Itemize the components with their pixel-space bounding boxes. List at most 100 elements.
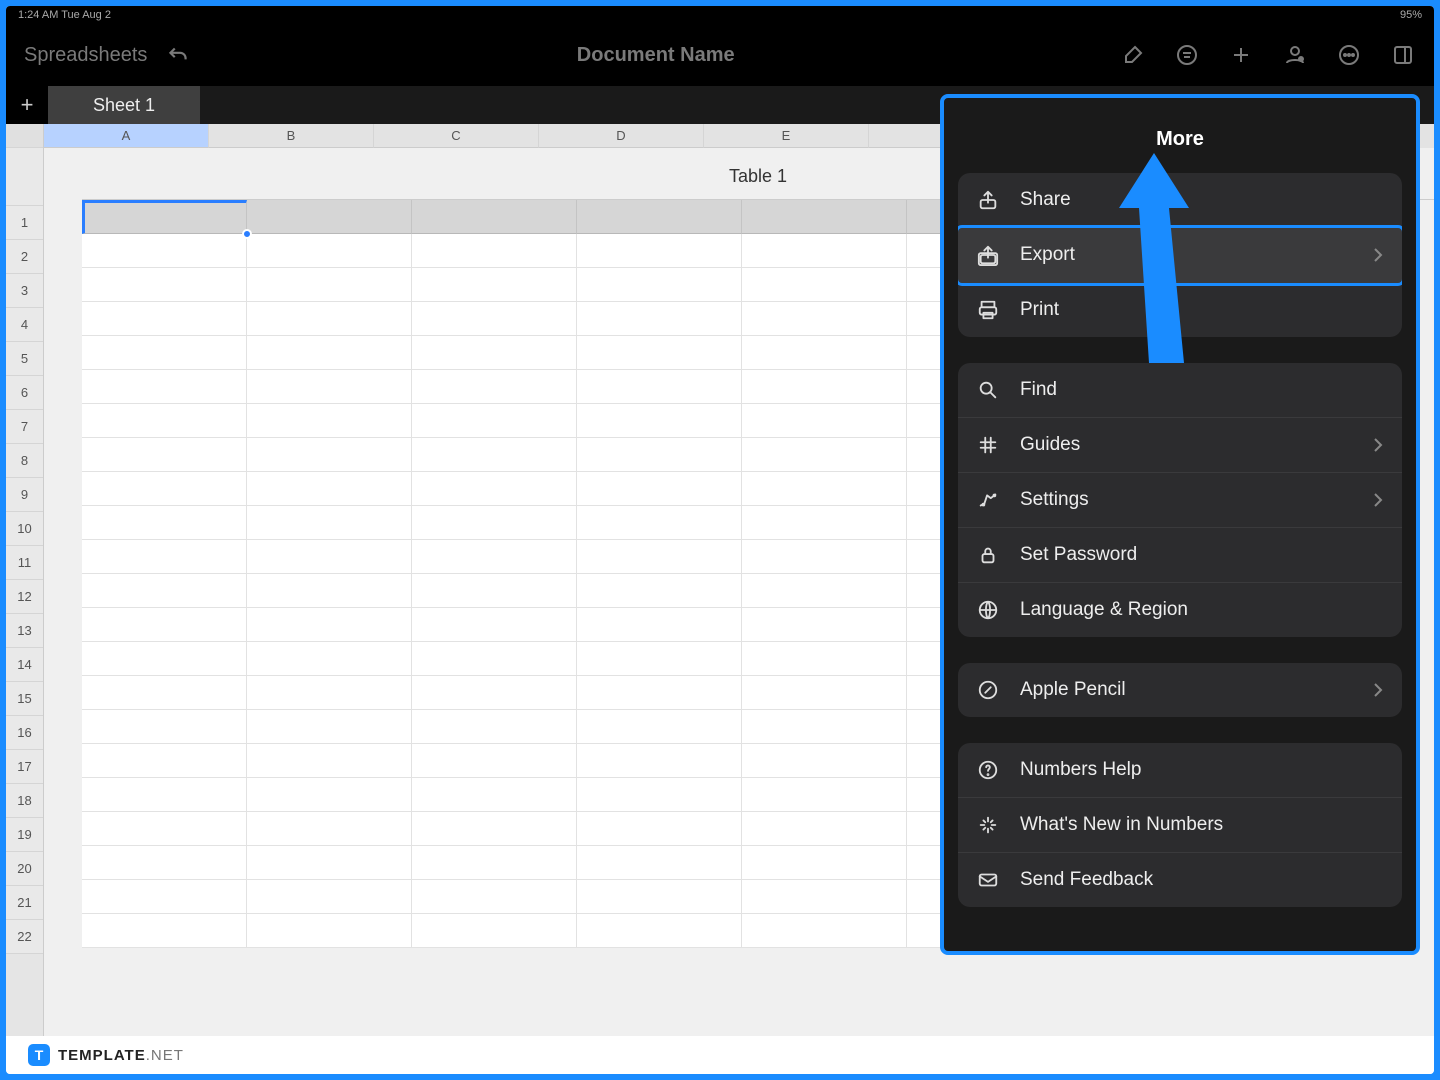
menu-item-whatsnew[interactable]: What's New in Numbers: [958, 798, 1402, 853]
cell[interactable]: [412, 812, 577, 846]
cell[interactable]: [412, 370, 577, 404]
cell[interactable]: [742, 302, 907, 336]
row-header[interactable]: 15: [6, 682, 43, 716]
cell[interactable]: [412, 608, 577, 642]
row-header[interactable]: 2: [6, 240, 43, 274]
row-header[interactable]: 12: [6, 580, 43, 614]
menu-item-password[interactable]: Set Password: [958, 528, 1402, 583]
collaborate-icon[interactable]: [1282, 42, 1308, 68]
row-header[interactable]: 16: [6, 716, 43, 750]
column-header[interactable]: C: [374, 124, 539, 148]
row-header[interactable]: 21: [6, 886, 43, 920]
cell[interactable]: [247, 642, 412, 676]
cell[interactable]: [742, 642, 907, 676]
cell[interactable]: [247, 506, 412, 540]
cell[interactable]: [82, 778, 247, 812]
cell[interactable]: [742, 234, 907, 268]
cell[interactable]: [742, 812, 907, 846]
sheet-tab-active[interactable]: Sheet 1: [48, 86, 200, 124]
cell[interactable]: [82, 200, 247, 234]
row-header[interactable]: 8: [6, 444, 43, 478]
cell[interactable]: [412, 302, 577, 336]
cell[interactable]: [742, 268, 907, 302]
cell[interactable]: [742, 880, 907, 914]
cell[interactable]: [247, 234, 412, 268]
cell[interactable]: [577, 438, 742, 472]
row-header[interactable]: 13: [6, 614, 43, 648]
cell[interactable]: [577, 336, 742, 370]
cell[interactable]: [247, 880, 412, 914]
cell[interactable]: [247, 608, 412, 642]
cell[interactable]: [742, 676, 907, 710]
cell[interactable]: [412, 234, 577, 268]
row-header[interactable]: 22: [6, 920, 43, 954]
cell[interactable]: [247, 778, 412, 812]
menu-item-pencil[interactable]: Apple Pencil: [958, 663, 1402, 717]
row-header[interactable]: 6: [6, 376, 43, 410]
cell[interactable]: [577, 540, 742, 574]
row-header[interactable]: 9: [6, 478, 43, 512]
cell[interactable]: [247, 370, 412, 404]
cell[interactable]: [742, 744, 907, 778]
cell[interactable]: [577, 200, 742, 234]
cell[interactable]: [82, 438, 247, 472]
cell[interactable]: [82, 302, 247, 336]
cell[interactable]: [742, 608, 907, 642]
cell[interactable]: [742, 472, 907, 506]
plus-icon[interactable]: [1228, 42, 1254, 68]
cell[interactable]: [247, 268, 412, 302]
cell[interactable]: [577, 778, 742, 812]
cell[interactable]: [412, 574, 577, 608]
cell[interactable]: [577, 404, 742, 438]
undo-icon[interactable]: [165, 42, 191, 68]
back-button[interactable]: Spreadsheets: [24, 44, 147, 67]
row-header[interactable]: 17: [6, 750, 43, 784]
cell[interactable]: [247, 914, 412, 948]
row-header[interactable]: 20: [6, 852, 43, 886]
cell[interactable]: [577, 506, 742, 540]
document-title[interactable]: Document Name: [577, 44, 735, 67]
more-icon[interactable]: [1336, 42, 1362, 68]
menu-item-settings[interactable]: Settings: [958, 473, 1402, 528]
cell[interactable]: [247, 200, 412, 234]
cell[interactable]: [247, 302, 412, 336]
cell[interactable]: [247, 540, 412, 574]
cell[interactable]: [577, 574, 742, 608]
cell[interactable]: [577, 914, 742, 948]
cell[interactable]: [247, 846, 412, 880]
cell[interactable]: [82, 234, 247, 268]
cell[interactable]: [82, 268, 247, 302]
cell[interactable]: [82, 574, 247, 608]
column-header[interactable]: E: [704, 124, 869, 148]
cell[interactable]: [247, 744, 412, 778]
cell[interactable]: [742, 710, 907, 744]
cell[interactable]: [577, 370, 742, 404]
cell[interactable]: [247, 812, 412, 846]
menu-item-lang[interactable]: Language & Region: [958, 583, 1402, 637]
cell[interactable]: [82, 370, 247, 404]
row-header[interactable]: 18: [6, 784, 43, 818]
cell[interactable]: [82, 608, 247, 642]
cell[interactable]: [247, 710, 412, 744]
cell[interactable]: [82, 710, 247, 744]
cell[interactable]: [742, 336, 907, 370]
cell[interactable]: [412, 846, 577, 880]
row-header[interactable]: 3: [6, 274, 43, 308]
cell[interactable]: [412, 404, 577, 438]
cell[interactable]: [577, 472, 742, 506]
cell[interactable]: [742, 846, 907, 880]
cell[interactable]: [742, 370, 907, 404]
cell[interactable]: [577, 608, 742, 642]
row-header[interactable]: 19: [6, 818, 43, 852]
cell[interactable]: [577, 880, 742, 914]
column-header[interactable]: A: [44, 124, 209, 148]
cell[interactable]: [82, 472, 247, 506]
cell[interactable]: [82, 880, 247, 914]
cell[interactable]: [412, 506, 577, 540]
cell[interactable]: [82, 676, 247, 710]
cell[interactable]: [412, 200, 577, 234]
menu-item-feedback[interactable]: Send Feedback: [958, 853, 1402, 907]
cell[interactable]: [412, 642, 577, 676]
cell[interactable]: [742, 404, 907, 438]
cell[interactable]: [82, 812, 247, 846]
